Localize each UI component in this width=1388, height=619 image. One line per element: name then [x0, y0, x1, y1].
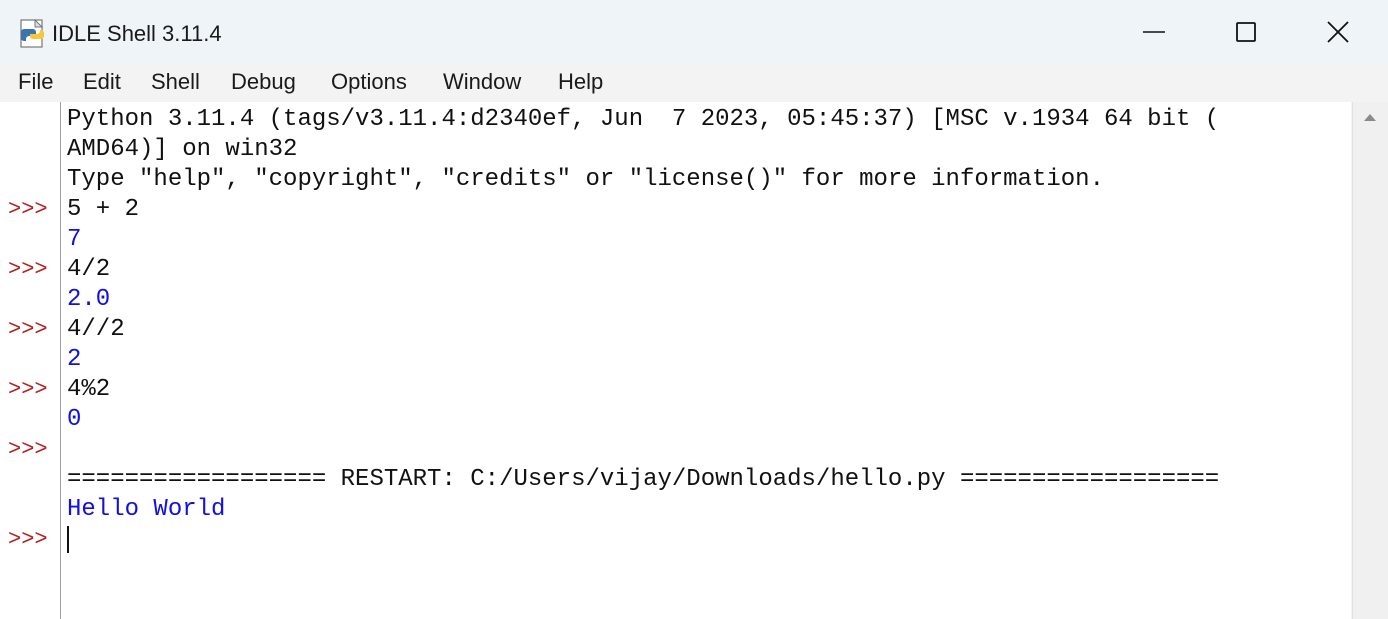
- shell-prompt: >>>: [8, 437, 48, 462]
- shell-output-line: Hello World: [67, 496, 226, 523]
- idle-shell-window: IDLE Shell 3.11.4 File Edit Shell Debug …: [0, 0, 1388, 619]
- shell-output-line: 0: [67, 406, 82, 433]
- shell-input-line: Type "help", "copyright", "credits" or "…: [67, 166, 1104, 193]
- shell-input-line: Python 3.11.4 (tags/v3.11.4:d2340ef, Jun…: [67, 106, 1220, 133]
- text-cursor: [67, 526, 69, 553]
- shell-input-line: 4/2: [67, 256, 111, 283]
- shell-input-line: AMD64)] on win32: [67, 136, 298, 163]
- shell-prompt: >>>: [8, 377, 48, 402]
- shell-text-area[interactable]: Python 3.11.4 (tags/v3.11.4:d2340ef, Jun…: [61, 102, 1351, 619]
- minimize-icon: [1143, 31, 1165, 33]
- shell-input-line: 4%2: [67, 376, 111, 403]
- menu-file[interactable]: File: [18, 69, 53, 95]
- prompt-gutter: >>> >>> >>> >>> >>> >>>: [0, 102, 60, 619]
- shell-input-line: 4//2: [67, 316, 125, 343]
- python-app-icon: [20, 19, 44, 48]
- menu-help[interactable]: Help: [558, 69, 603, 95]
- shell-prompt: >>>: [8, 527, 48, 552]
- maximize-icon: [1236, 22, 1256, 42]
- shell-input-line: 5 + 2: [67, 196, 140, 223]
- menu-debug[interactable]: Debug: [231, 69, 296, 95]
- shell-output-line: 7: [67, 226, 82, 253]
- close-button[interactable]: [1292, 0, 1384, 64]
- shell-output-line: 2.0: [67, 286, 111, 313]
- minimize-button[interactable]: [1108, 0, 1200, 64]
- title-bar[interactable]: IDLE Shell 3.11.4: [0, 0, 1388, 64]
- menu-options[interactable]: Options: [331, 69, 407, 95]
- vertical-scrollbar[interactable]: [1352, 102, 1388, 619]
- shell-input-line: ================== RESTART: C:/Users/vij…: [67, 466, 1220, 493]
- menu-edit[interactable]: Edit: [83, 69, 121, 95]
- shell-prompt: >>>: [8, 257, 48, 282]
- menu-shell[interactable]: Shell: [151, 69, 200, 95]
- maximize-button[interactable]: [1200, 0, 1292, 64]
- menu-bar: File Edit Shell Debug Options Window Hel…: [0, 64, 1388, 102]
- shell-prompt: >>>: [8, 317, 48, 342]
- window-title: IDLE Shell 3.11.4: [52, 21, 222, 46]
- shell-output-line: 2: [67, 346, 82, 373]
- scroll-up-arrow-icon[interactable]: [1363, 112, 1377, 122]
- menu-window[interactable]: Window: [443, 69, 521, 95]
- close-icon: [1327, 21, 1349, 43]
- shell-prompt: >>>: [8, 197, 48, 222]
